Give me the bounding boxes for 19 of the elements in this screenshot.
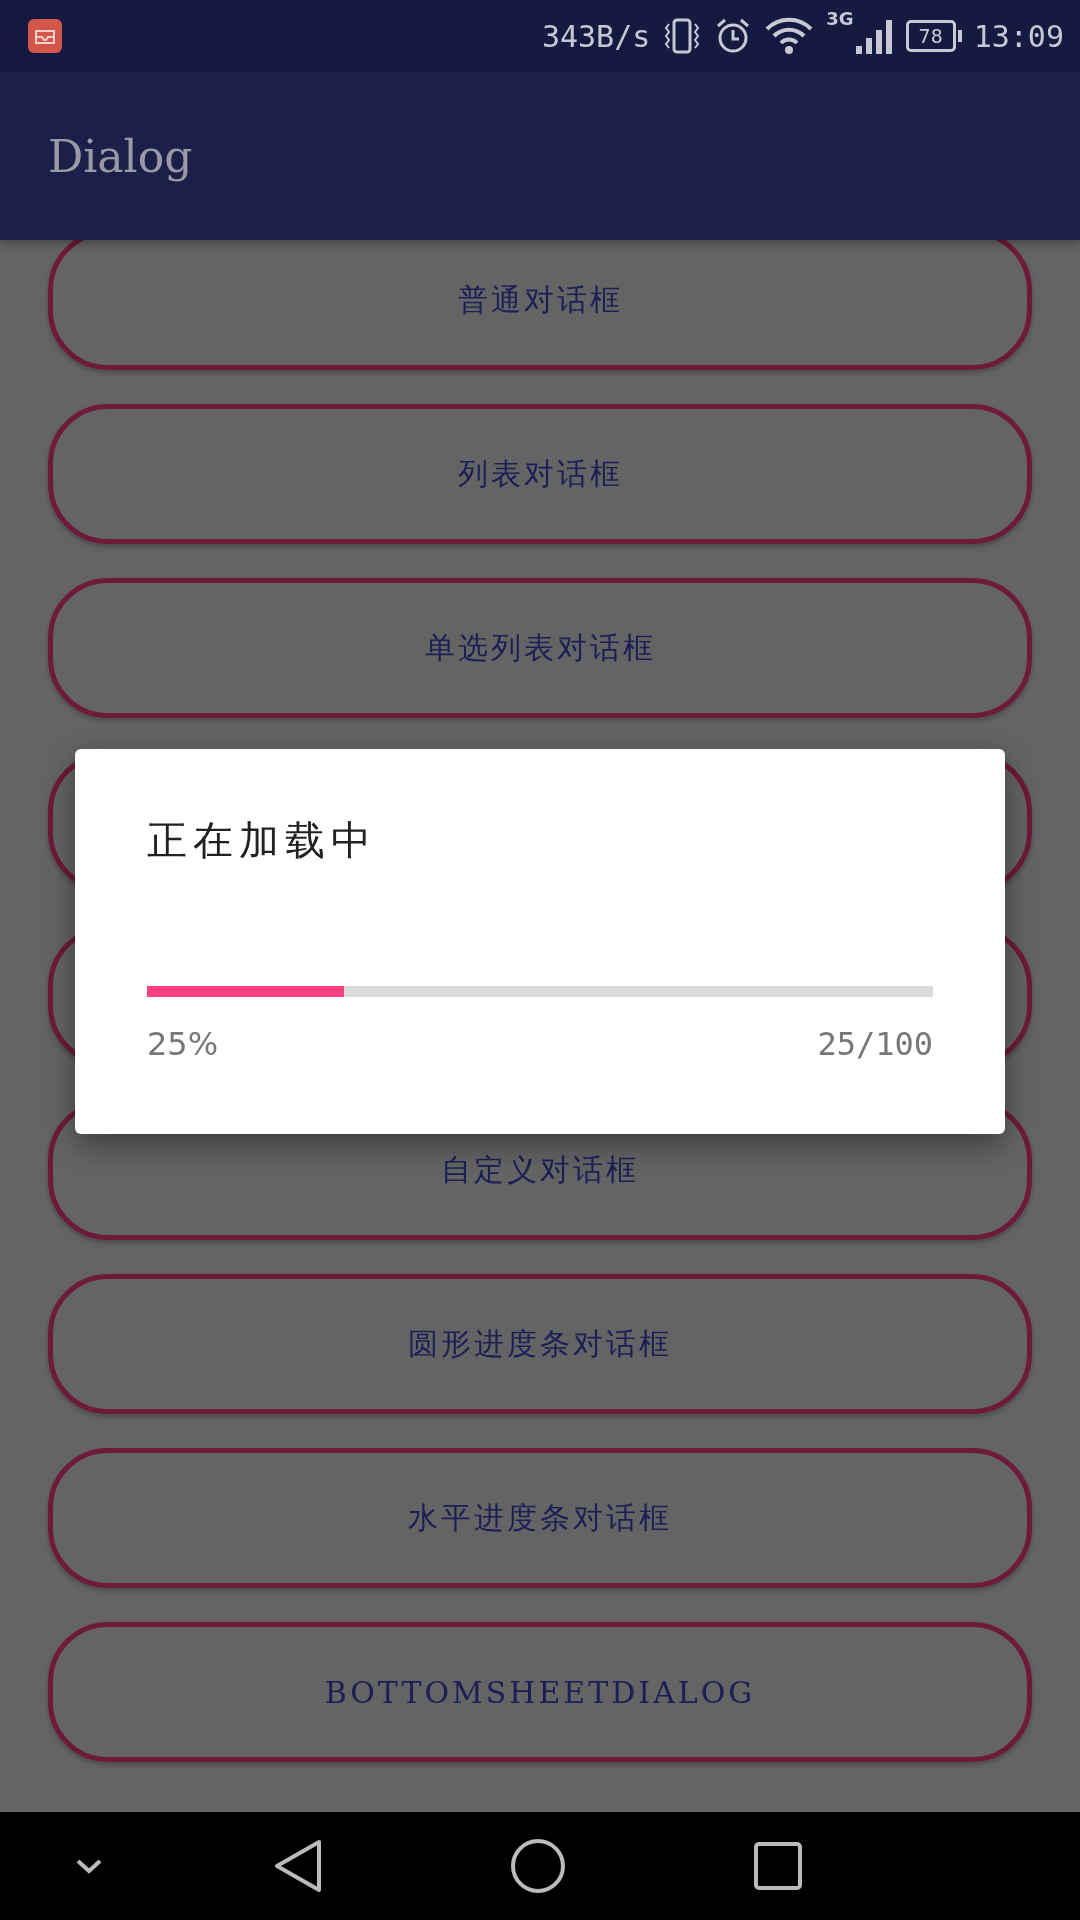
back-icon[interactable] [273, 1839, 323, 1893]
dialog-button[interactable]: 单选列表对话框 [48, 578, 1032, 718]
progress-count: 25/100 [817, 1025, 933, 1063]
clock: 13:09 [973, 18, 1064, 54]
dialog-button[interactable]: 圆形进度条对话框 [48, 1274, 1032, 1414]
dialog-button[interactable]: 水平进度条对话框 [48, 1448, 1032, 1588]
dialog-button[interactable]: BOTTOMSHEETDIALOG [48, 1622, 1032, 1762]
dialog-button[interactable]: 普通对话框 [48, 240, 1032, 370]
network-type: 3G [826, 8, 854, 29]
wifi-icon [764, 16, 815, 56]
dialog-button[interactable]: 列表对话框 [48, 404, 1032, 544]
recents-icon[interactable] [754, 1842, 802, 1890]
app-title: Dialog [48, 130, 193, 182]
battery-indicator: 78 [905, 20, 962, 52]
notification-icon [28, 19, 62, 53]
network-speed: 343B/s [541, 18, 651, 54]
dialog-title: 正在加载中 [147, 816, 377, 865]
progress-percent: 25% [147, 1025, 219, 1063]
home-icon[interactable] [510, 1838, 566, 1894]
